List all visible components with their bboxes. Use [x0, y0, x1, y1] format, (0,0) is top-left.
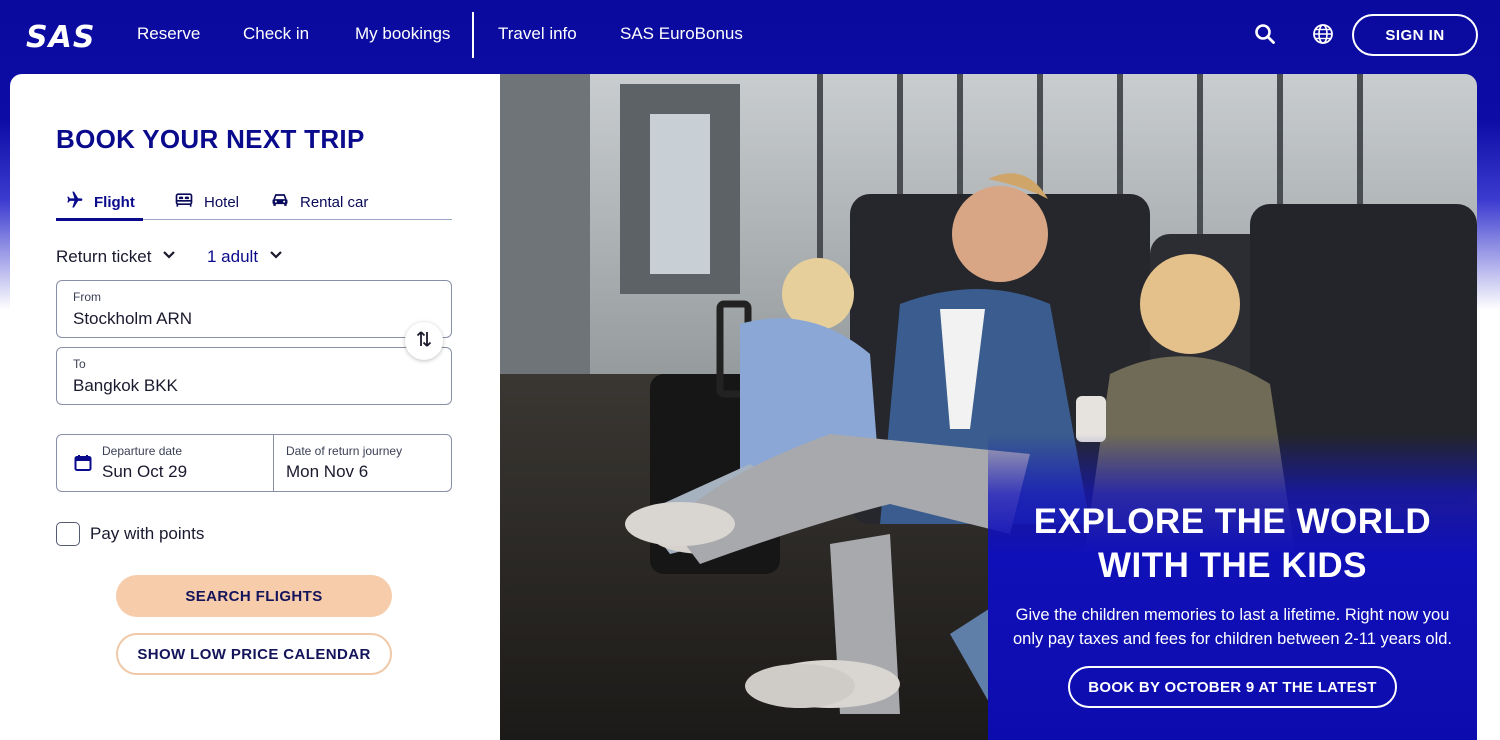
pay-with-points-label: Pay with points [90, 524, 205, 543]
departure-label: Departure date [102, 444, 183, 458]
nav-my-bookings[interactable]: My bookings [355, 24, 450, 44]
tab-hotel[interactable]: Hotel [174, 184, 239, 220]
booking-panel: BOOK YOUR NEXT TRIP Flight Hotel Rental … [10, 74, 500, 740]
search-icon[interactable] [1253, 22, 1277, 46]
from-field[interactable]: From Stockholm ARN [56, 280, 452, 338]
swap-destinations-button[interactable] [405, 322, 443, 360]
globe-icon[interactable] [1311, 22, 1335, 46]
promo-text-line-1: Give the children memories to last a lif… [1015, 606, 1450, 624]
calendar-icon [74, 454, 92, 477]
nav-check-in[interactable]: Check in [243, 24, 309, 44]
booking-tabs: Flight Hotel Rental car [56, 184, 452, 221]
tab-rental-car[interactable]: Rental car [270, 184, 368, 220]
return-value: Mon Nov 6 [286, 462, 369, 481]
sas-logo[interactable]: SAS [26, 20, 95, 55]
promo-title: EXPLORE THE WORLD WITH THE KIDS [988, 500, 1477, 588]
from-label: From [73, 290, 101, 304]
to-field[interactable]: To Bangkok BKK [56, 347, 452, 405]
search-flights-button[interactable]: SEARCH FLIGHTS [116, 575, 392, 617]
departure-value: Sun Oct 29 [102, 462, 188, 481]
plane-icon [64, 190, 84, 214]
return-label: Date of return journey [286, 444, 403, 458]
promo-title-line-2: WITH THE KIDS [1098, 546, 1367, 585]
tab-rental-car-label: Rental car [300, 193, 369, 211]
passengers-value: 1 adult [207, 246, 259, 266]
to-label: To [73, 357, 86, 371]
low-price-calendar-button[interactable]: SHOW LOW PRICE CALENDAR [116, 633, 392, 675]
passengers-select[interactable]: 1 adult [207, 246, 284, 267]
nav-reserve[interactable]: Reserve [137, 24, 200, 44]
pay-with-points-option[interactable]: Pay with points [56, 522, 204, 546]
trip-type-value: Return ticket [56, 246, 152, 266]
nav-divider [472, 12, 474, 58]
car-icon [270, 190, 290, 214]
active-tab-indicator [56, 218, 143, 221]
promo-overlay: EXPLORE THE WORLD WITH THE KIDS Give the… [988, 434, 1477, 740]
tab-hotel-label: Hotel [204, 193, 240, 211]
date-selector: Departure date Sun Oct 29 Date of return… [56, 434, 452, 492]
top-navigation-bar: SAS Reserve Check in My bookings Travel … [0, 0, 1500, 72]
promo-text-line-2: only pay taxes and fees for children bet… [1012, 630, 1453, 648]
booking-title: BOOK YOUR NEXT TRIP [56, 124, 365, 154]
swap-icon [415, 329, 433, 354]
nav-eurobonus[interactable]: SAS EuroBonus [620, 24, 743, 44]
pay-with-points-checkbox[interactable] [56, 522, 80, 546]
tab-flight[interactable]: Flight [64, 184, 135, 220]
tab-flight-label: Flight [94, 193, 135, 211]
nav-travel-info[interactable]: Travel info [498, 24, 577, 44]
to-value: Bangkok BKK [73, 376, 178, 395]
hero-banner: EXPLORE THE WORLD WITH THE KIDS Give the… [500, 74, 1477, 740]
chevron-down-icon [268, 246, 284, 267]
return-date-field[interactable]: Date of return journey Mon Nov 6 [274, 435, 452, 491]
trip-type-select[interactable]: Return ticket [56, 246, 177, 267]
promo-title-line-1: EXPLORE THE WORLD [1033, 502, 1432, 541]
chevron-down-icon [161, 246, 177, 267]
promo-description: Give the children memories to last a lif… [1008, 603, 1457, 651]
promo-book-button[interactable]: BOOK BY OCTOBER 9 AT THE LATEST [1068, 666, 1397, 708]
departure-date-field[interactable]: Departure date Sun Oct 29 [57, 435, 273, 491]
bed-icon [174, 190, 194, 214]
from-value: Stockholm ARN [73, 309, 193, 328]
sign-in-button[interactable]: SIGN IN [1352, 14, 1478, 56]
